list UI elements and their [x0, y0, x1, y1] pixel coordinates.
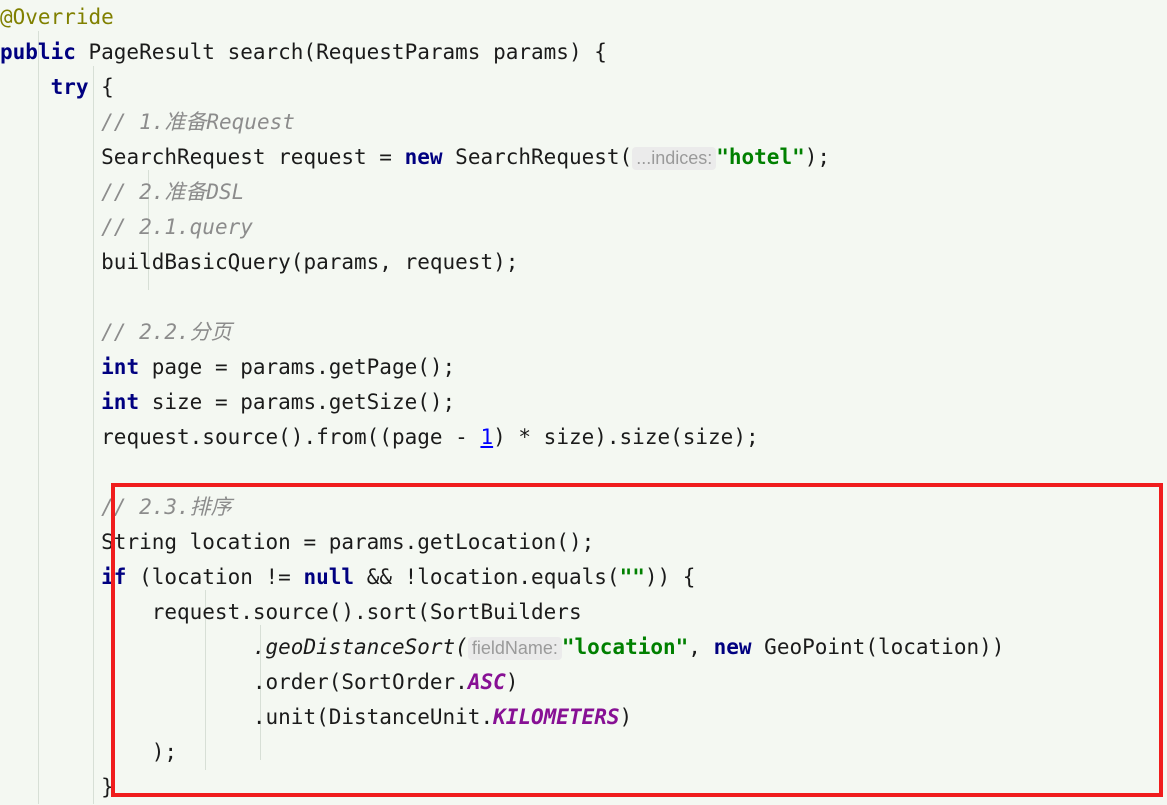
static-field-token: KILOMETERS: [493, 705, 620, 729]
parameter-hint-chip: fieldName:: [467, 637, 562, 660]
code-token: ) * size).size(size);: [493, 425, 759, 449]
keyword-token: new: [404, 145, 443, 169]
code-line[interactable]: @Override: [0, 0, 1167, 35]
code-line[interactable]: buildBasicQuery(params, request);: [0, 245, 1167, 280]
code-line[interactable]: // 1.准备Request: [0, 105, 1167, 140]
code-line[interactable]: request.source().from((page - 1) * size)…: [0, 420, 1167, 455]
code-token: .unit(DistanceUnit.: [252, 705, 494, 729]
annotation-token: @Override: [0, 5, 114, 29]
code-token: buildBasicQuery(params, request);: [101, 250, 519, 274]
code-line[interactable]: String location = params.getLocation();: [0, 525, 1167, 560]
number-literal: 1: [480, 425, 494, 449]
code-line[interactable]: .geoDistanceSort(fieldName: "location", n…: [0, 630, 1167, 665]
code-token: }: [101, 775, 114, 799]
parameter-hint-chip: ...indices:: [632, 147, 717, 170]
code-token: (location !=: [126, 565, 304, 589]
code-line[interactable]: [0, 455, 1167, 490]
code-line[interactable]: public PageResult search(RequestParams p…: [0, 35, 1167, 70]
keyword-token: if: [101, 565, 127, 589]
code-line[interactable]: );: [0, 735, 1167, 770]
keyword-token: new: [713, 635, 752, 659]
code-token: );: [804, 145, 831, 169]
code-text-area[interactable]: @Override public PageResult search(Reques…: [0, 0, 1167, 805]
code-token: SearchRequest(: [442, 145, 633, 169]
keyword-token: int: [101, 390, 140, 414]
code-line[interactable]: request.source().sort(SortBuilders: [0, 595, 1167, 630]
code-token: && !location.equals(: [354, 565, 620, 589]
string-literal: "location": [561, 635, 689, 659]
code-line[interactable]: // 2.1.query: [0, 210, 1167, 245]
keyword-token: public: [0, 40, 76, 64]
code-editor[interactable]: @Override public PageResult search(Reques…: [0, 0, 1167, 804]
code-token: .order(SortOrder.: [252, 670, 468, 694]
code-comment: // 2.准备DSL: [101, 180, 245, 204]
code-line[interactable]: // 2.准备DSL: [0, 175, 1167, 210]
string-literal: "": [619, 565, 645, 589]
code-token: size = params.getSize();: [139, 390, 456, 414]
code-line[interactable]: try {: [0, 70, 1167, 105]
code-comment: // 2.3.排序: [101, 495, 232, 519]
code-token: request.source().sort(SortBuilders: [151, 600, 582, 624]
code-token: GeoPoint(location)): [751, 635, 1005, 659]
keyword-token: try: [50, 75, 89, 99]
code-line[interactable]: .order(SortOrder.ASC): [0, 665, 1167, 700]
code-token: page = params.getPage();: [139, 355, 456, 379]
code-line[interactable]: if (location != null && !location.equals…: [0, 560, 1167, 595]
keyword-token: null: [303, 565, 355, 589]
partial-next-line: request.source().sort(ASC, new);: [0, 800, 1167, 804]
code-comment: // 2.1.query: [101, 215, 253, 239]
static-field-token: ASC: [467, 670, 506, 694]
code-token: .geoDistanceSort(: [252, 635, 468, 659]
code-token: request.source().from((page -: [101, 425, 481, 449]
code-line[interactable]: [0, 280, 1167, 315]
code-token: ,: [688, 635, 714, 659]
code-token: {: [88, 75, 114, 99]
code-token: String location = params.getLocation();: [101, 530, 595, 554]
string-literal: "hotel": [716, 145, 805, 169]
code-line[interactable]: // 2.3.排序: [0, 490, 1167, 525]
code-comment: // 2.2.分页: [101, 320, 232, 344]
code-token: ): [619, 705, 633, 729]
code-comment: // 1.准备Request: [101, 110, 295, 134]
code-token: PageResult search(RequestParams params) …: [75, 40, 607, 64]
code-token: );: [151, 740, 178, 764]
code-token: SearchRequest request =: [101, 145, 405, 169]
code-line[interactable]: SearchRequest request = new SearchReques…: [0, 140, 1167, 175]
code-token: ): [505, 670, 519, 694]
keyword-token: int: [101, 355, 140, 379]
code-token: )) {: [644, 565, 696, 589]
code-line[interactable]: .unit(DistanceUnit.KILOMETERS): [0, 700, 1167, 735]
code-line[interactable]: // 2.2.分页: [0, 315, 1167, 350]
code-line[interactable]: int size = params.getSize();: [0, 385, 1167, 420]
code-line[interactable]: int page = params.getPage();: [0, 350, 1167, 385]
